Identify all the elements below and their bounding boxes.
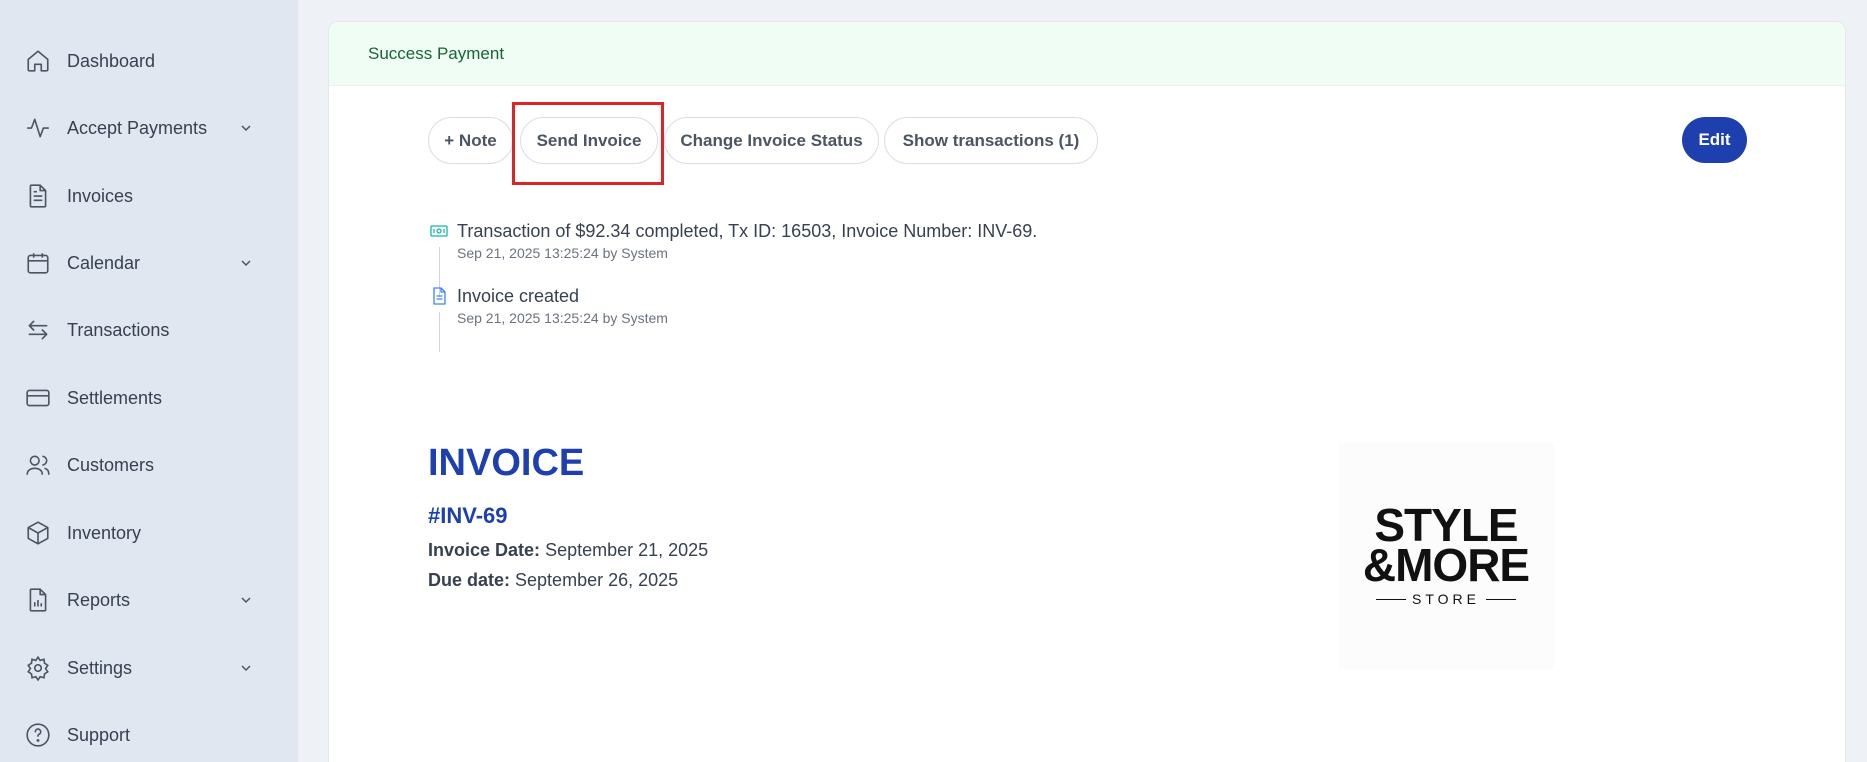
sidebar-item-dashboard[interactable]: Dashboard (24, 41, 254, 81)
timeline-entry-meta: Sep 21, 2025 13:25:24 by System (457, 245, 668, 261)
sidebar-item-label: Support (67, 724, 131, 745)
store-logo: STYLE &MORE STORE (1338, 443, 1554, 669)
gear-icon (24, 654, 52, 682)
logo-rule (1376, 598, 1406, 600)
success-alert: Success Payment (329, 22, 1845, 86)
timeline-connector (439, 312, 440, 352)
sidebar-item-invoices[interactable]: Invoices (24, 176, 254, 216)
add-note-button[interactable]: + Note (428, 117, 513, 164)
logo-line2: &MORE (1362, 539, 1530, 591)
sidebar: Dashboard Accept Payments Invoices Calen… (0, 0, 298, 762)
arrows-icon (24, 316, 52, 344)
chevron-down-icon (238, 120, 254, 136)
sidebar-item-settings[interactable]: Settings (24, 648, 254, 688)
show-transactions-button[interactable]: Show transactions (1) (884, 117, 1098, 164)
change-invoice-status-button[interactable]: Change Invoice Status (664, 117, 879, 164)
home-icon (24, 47, 52, 75)
sidebar-item-accept-payments[interactable]: Accept Payments (24, 108, 254, 148)
chevron-down-icon (238, 660, 254, 676)
sidebar-item-label: Settlements (67, 387, 163, 408)
timeline-entry-meta: Sep 21, 2025 13:25:24 by System (457, 310, 668, 326)
send-invoice-button[interactable]: Send Invoice (520, 117, 658, 164)
invoice-heading: INVOICE (428, 442, 585, 484)
document-icon (24, 182, 52, 210)
due-date-label: Due date: (428, 570, 511, 590)
sidebar-item-label: Inventory (67, 522, 142, 543)
sidebar-item-reports[interactable]: Reports (24, 580, 254, 620)
sidebar-item-calendar[interactable]: Calendar (24, 243, 254, 283)
sidebar-item-label: Transactions (67, 319, 170, 340)
sidebar-item-customers[interactable]: Customers (24, 445, 254, 485)
timeline-entry-title: Transaction of $92.34 completed, Tx ID: … (457, 221, 1038, 241)
invoice-date: Invoice Date: September 21, 2025 (428, 540, 708, 561)
sidebar-item-support[interactable]: Support (24, 715, 254, 755)
sidebar-item-label: Customers (67, 454, 155, 475)
timeline-entry-title: Invoice created (457, 286, 580, 306)
activity-icon (24, 114, 52, 142)
report-icon (24, 586, 52, 614)
sidebar-item-settlements[interactable]: Settlements (24, 378, 254, 418)
invoice-number: #INV-69 (428, 503, 508, 528)
sidebar-item-label: Accept Payments (67, 117, 208, 138)
sidebar-item-label: Settings (67, 657, 133, 678)
calendar-icon (24, 249, 52, 277)
sidebar-item-label: Dashboard (67, 50, 156, 71)
chevron-down-icon (238, 255, 254, 271)
help-icon (24, 721, 52, 749)
sidebar-item-transactions[interactable]: Transactions (24, 310, 254, 350)
invoice-card: Success Payment + Note Send Invoice Chan… (328, 21, 1846, 762)
sidebar-item-inventory[interactable]: Inventory (24, 513, 254, 553)
invoice-date-label: Invoice Date: (428, 540, 541, 560)
sidebar-item-label: Reports (67, 589, 131, 610)
logo-rule (1485, 598, 1516, 600)
sidebar-item-label: Calendar (67, 252, 141, 273)
due-date: Due date: September 26, 2025 (428, 570, 678, 591)
users-icon (24, 451, 52, 479)
card-icon (24, 384, 52, 412)
file-icon (430, 287, 448, 305)
logo-store-line: STORE (1376, 591, 1516, 607)
invoice-date-value: September 21, 2025 (545, 540, 709, 560)
sidebar-item-label: Invoices (67, 185, 134, 206)
box-icon (24, 519, 52, 547)
cash-icon (430, 222, 448, 240)
chevron-down-icon (238, 592, 254, 608)
edit-button[interactable]: Edit (1682, 117, 1747, 163)
logo-line3: STORE (1412, 591, 1480, 607)
due-date-value: September 26, 2025 (515, 570, 679, 590)
